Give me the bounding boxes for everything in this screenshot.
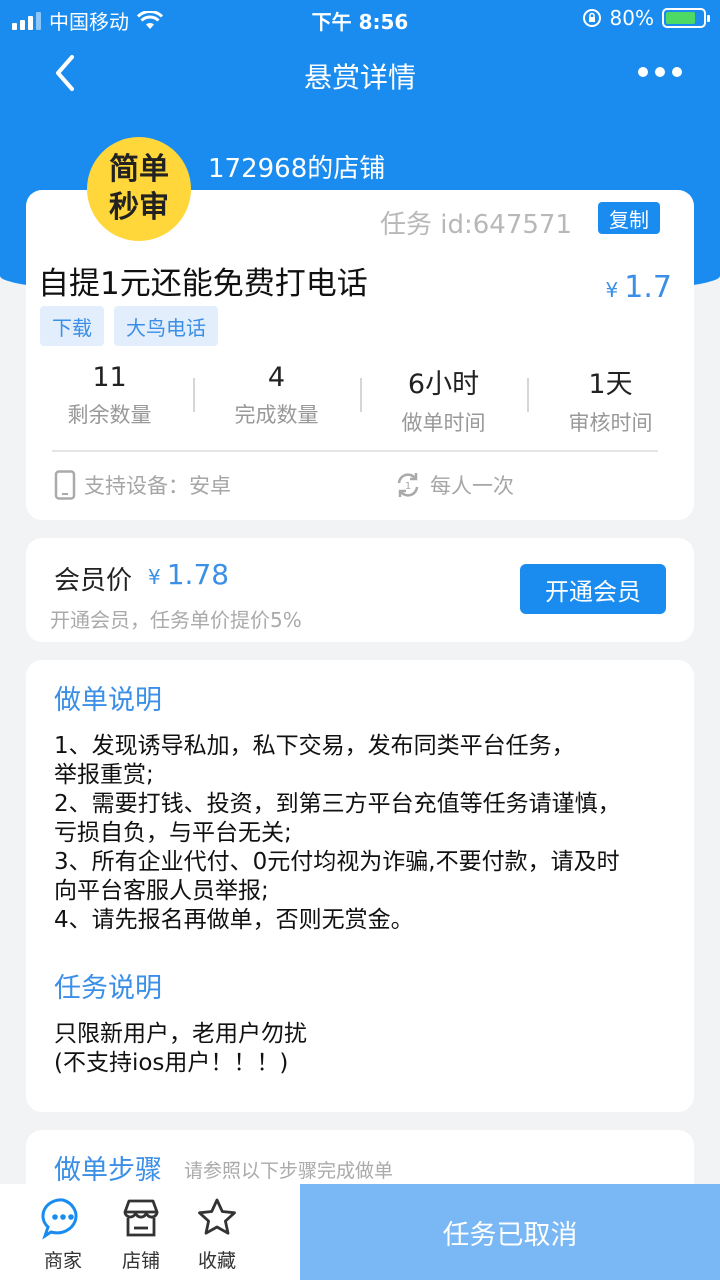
carrier: 中国移动 xyxy=(49,10,129,34)
instructions-card: 做单说明 1、发现诱导私加，私下交易，发布同类平台任务， 举报重赏; 2、需要打… xyxy=(26,660,694,1112)
page-title: 悬赏详情 xyxy=(303,61,416,94)
badge-line-1: 简单 xyxy=(109,152,169,187)
divider xyxy=(52,450,658,452)
status-bar: 中国移动 下午 8:56 80% xyxy=(0,0,720,40)
task-id: 任务 id:647571 xyxy=(379,210,572,240)
supported-device: 支持设备：安卓 xyxy=(54,470,231,500)
star-icon xyxy=(198,1198,236,1235)
stat-label: 完成数量 xyxy=(234,403,319,427)
quick-review-badge: 简单 秒审 xyxy=(87,137,191,241)
tab-shop[interactable]: 店铺 xyxy=(106,1196,176,1273)
task-price: ¥1.7 xyxy=(606,270,672,305)
repeat-icon: 1 xyxy=(397,473,419,497)
member-price: ¥1.78 xyxy=(148,558,229,591)
stat-work-time: 6小时 做单时间 xyxy=(360,362,527,437)
chat-icon xyxy=(41,1198,78,1240)
nav-bar: 悬赏详情 xyxy=(0,40,720,110)
instruction-line: 1、发现诱导私加，私下交易，发布同类平台任务， xyxy=(54,733,575,759)
instructions-title: 做单说明 xyxy=(54,685,162,716)
currency-symbol: ¥ xyxy=(605,278,619,302)
stat-value: 11 xyxy=(92,362,127,393)
tab-favorite[interactable]: 收藏 xyxy=(182,1196,252,1273)
stat-review-time: 1天 审核时间 xyxy=(527,362,694,437)
wifi-icon xyxy=(137,10,163,29)
member-tip: 开通会员，任务单价提价5% xyxy=(50,608,302,632)
stat-value: 1天 xyxy=(588,369,633,400)
member-price-label: 会员价 xyxy=(54,566,133,596)
steps-hint: 请参照以下步骤完成做单 xyxy=(184,1160,394,1182)
instruction-line: 3、所有企业代付、0元付均视为诈骗,不要付款，请及时 xyxy=(54,849,620,875)
instruction-line: 向平台客服人员举报; xyxy=(54,878,269,904)
frequency-text: 每人一次 xyxy=(430,474,514,498)
stat-remaining: 11 剩余数量 xyxy=(26,362,193,437)
task-desc-text: 只限新用户，老用户勿扰 (不支持ios用户！！！) xyxy=(54,1020,674,1078)
orientation-lock-icon xyxy=(582,9,601,27)
instruction-line: 4、请先报名再做单，否则无赏金。 xyxy=(54,907,414,933)
desc-line: (不支持ios用户！！！) xyxy=(54,1050,289,1076)
stat-completed: 4 完成数量 xyxy=(193,362,360,437)
signal-icon xyxy=(12,11,41,30)
task-desc-title: 任务说明 xyxy=(54,973,162,1004)
task-cancelled-button[interactable]: 任务已取消 xyxy=(300,1184,720,1280)
task-tags: 下载 大鸟电话 xyxy=(40,306,218,346)
instruction-line: 亏损自负，与平台无关; xyxy=(54,820,292,846)
stat-label: 剩余数量 xyxy=(67,403,152,427)
open-membership-button[interactable]: 开通会员 xyxy=(520,564,666,614)
tab-label: 商家 xyxy=(43,1250,82,1272)
task-title: 自提1元还能免费打电话 xyxy=(38,266,368,302)
svg-text:1: 1 xyxy=(405,481,411,492)
instruction-line: 2、需要打钱、投资，到第三方平台充值等任务请谨慎， xyxy=(54,791,621,817)
back-button[interactable] xyxy=(40,48,90,98)
copy-button[interactable]: 复制 xyxy=(598,202,660,234)
desc-line: 只限新用户，老用户勿扰 xyxy=(54,1021,307,1047)
tab-label: 收藏 xyxy=(197,1250,236,1272)
tag: 下载 xyxy=(40,306,104,346)
device-text: 支持设备：安卓 xyxy=(84,474,231,498)
battery-percent: 80% xyxy=(609,6,654,30)
stat-label: 做单时间 xyxy=(401,411,486,435)
steps-title: 做单步骤 xyxy=(54,1155,162,1186)
more-dot-icon xyxy=(638,67,648,77)
chevron-left-icon xyxy=(56,55,74,91)
frequency: 1 每人一次 xyxy=(394,470,514,500)
tag: 大鸟电话 xyxy=(114,306,218,346)
member-price-card: 会员价 ¥1.78 开通会员，任务单价提价5% 开通会员 xyxy=(26,538,694,642)
stat-label: 审核时间 xyxy=(568,411,653,435)
stat-value: 4 xyxy=(267,362,286,393)
store-icon xyxy=(123,1199,159,1237)
phone-icon xyxy=(54,470,76,500)
tab-label: 店铺 xyxy=(121,1250,160,1272)
instructions-text: 1、发现诱导私加，私下交易，发布同类平台任务， 举报重赏; 2、需要打钱、投资，… xyxy=(54,732,674,935)
more-button[interactable] xyxy=(630,52,690,92)
tab-merchant[interactable]: 商家 xyxy=(28,1196,98,1273)
currency-symbol: ¥ xyxy=(148,565,161,589)
more-dot-icon xyxy=(655,67,665,77)
stat-value: 6小时 xyxy=(407,369,480,400)
task-stats: 11 剩余数量 4 完成数量 6小时 做单时间 1天 审核时间 xyxy=(26,362,694,437)
shop-name[interactable]: 172968的店铺 xyxy=(208,148,385,185)
task-price-value: 1.7 xyxy=(624,270,672,305)
more-dot-icon xyxy=(672,67,682,77)
member-price-value: 1.78 xyxy=(166,558,230,591)
battery-icon xyxy=(662,8,710,28)
bottom-bar: 商家 店铺 收藏 任务已取消 xyxy=(0,1184,720,1280)
badge-line-2: 秒审 xyxy=(109,190,169,225)
instruction-line: 举报重赏; xyxy=(54,762,154,788)
